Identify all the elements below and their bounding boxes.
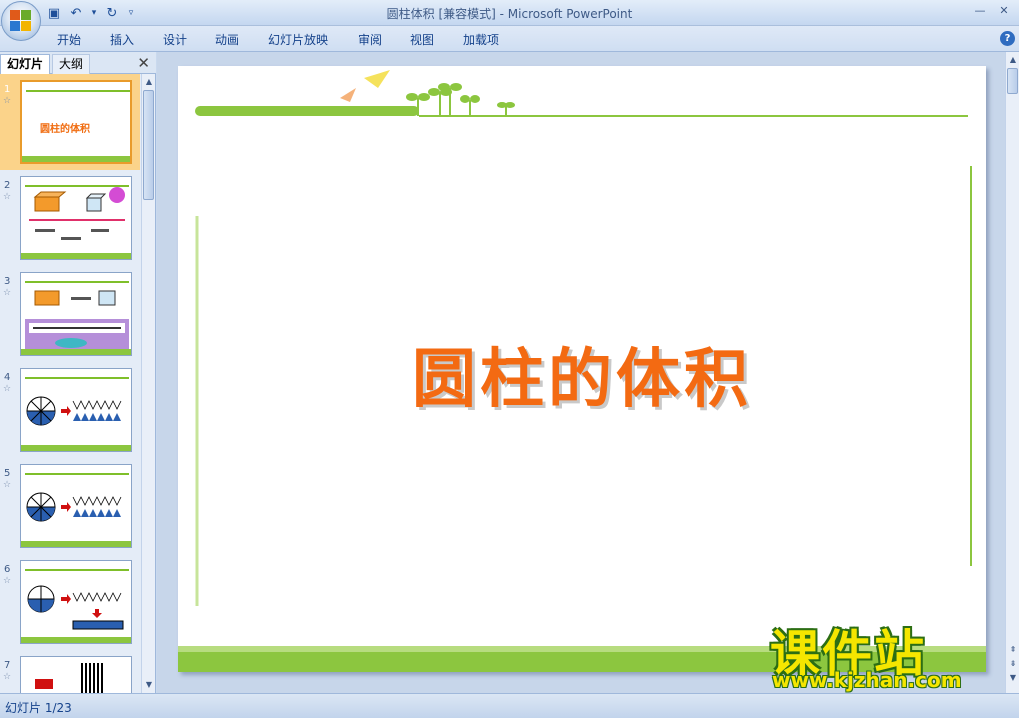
scroll-thumb[interactable] [1007,68,1018,94]
office-button[interactable] [1,1,41,41]
title-bar: ▣ ↶ ▾ ↻ ▿ 圆柱体积 [兼容模式] - Microsoft PowerP… [0,0,1019,26]
thumbnail-title: 圆柱的体积 [40,124,90,135]
tab-outline[interactable]: 大纲 [52,54,91,74]
office-logo-icon [10,10,32,32]
circle-sectors-icon [26,492,122,522]
circle-sectors-icon [26,396,122,426]
animation-star-icon: ☆ [3,96,12,106]
window-title: 圆柱体积 [兼容模式] - Microsoft PowerPoint [386,7,633,21]
tab-add-ins[interactable]: 加载项 [463,31,499,48]
slide-number: 3 [4,276,11,287]
previous-slide-icon[interactable]: ⇞ [1007,644,1019,656]
status-bar: 幻灯片 1/23 [0,693,1019,718]
slide-thumbnail-3[interactable]: 3 ☆ [0,266,140,362]
slide-number: 6 [4,564,11,575]
tab-view[interactable]: 视图 [410,31,434,48]
slide-number: 1 [4,84,11,95]
animation-star-icon: ☆ [3,576,12,586]
slide-thumbnail-1[interactable]: 1 ☆ 圆柱的体积 [0,74,140,170]
slide-number: 7 [4,660,11,671]
slide-preview [20,656,132,693]
slide-number: 2 [4,180,11,191]
slide-editor: 圆柱的体积 [157,52,1005,693]
cuboid-diagram-icon [29,187,125,240]
watermark-url: www.kjzhan.com [772,668,962,692]
thumbnail-scrollbar[interactable]: ▲ ▼ [141,74,155,693]
panel-tabs: 幻灯片 大纲 ✕ [0,52,156,74]
animation-star-icon: ☆ [3,672,12,682]
ribbon-tabs: 开始 插入 设计 动画 幻灯片放映 审阅 视图 加载项 ? [0,26,1019,52]
bars-diagram-icon [35,663,103,693]
slide-indicator: 幻灯片 1/23 [5,701,72,715]
close-button[interactable]: ✕ [992,2,1016,20]
next-slide-icon[interactable]: ⇟ [1007,658,1019,670]
current-slide[interactable]: 圆柱的体积 [178,66,986,672]
tab-review[interactable]: 审阅 [358,31,382,48]
tab-design[interactable]: 设计 [163,31,187,48]
slide-number: 4 [4,372,11,383]
animation-star-icon: ☆ [3,288,12,298]
slide-preview [20,560,132,644]
comparison-diagram-icon [25,290,129,349]
tab-slides[interactable]: 幻灯片 [0,54,51,74]
animation-star-icon: ☆ [3,384,12,394]
help-icon[interactable]: ? [1000,31,1015,46]
scroll-up-icon[interactable]: ▲ [1007,54,1019,66]
slide-thumbnail-4[interactable]: 4 ☆ [0,362,140,458]
slide-preview [20,464,132,548]
tab-animations[interactable]: 动画 [215,31,239,48]
circle-rectangle-icon [27,585,124,630]
animation-star-icon: ☆ [3,192,12,202]
slide-thumbnail-2[interactable]: 2 ☆ [0,170,140,266]
scroll-thumb[interactable] [143,90,154,200]
thumbnail-list: 1 ☆ 圆柱的体积 2 ☆ 3 ☆ 4 ☆ 5 ☆ 6 ☆ 7 ☆ [0,74,140,693]
slide-preview: 圆柱的体积 [20,80,132,164]
minimize-button[interactable]: — [968,2,992,20]
slide-thumbnail-5[interactable]: 5 ☆ [0,458,140,554]
slides-panel: 幻灯片 大纲 ✕ 1 ☆ 圆柱的体积 2 ☆ 3 ☆ 4 ☆ 5 ☆ 6 ☆ 7… [0,52,156,693]
slide-preview [20,272,132,356]
scroll-down-icon[interactable]: ▼ [143,679,155,691]
slide-title[interactable]: 圆柱的体积 [178,328,986,420]
slide-number: 5 [4,468,11,479]
tab-slide-show[interactable]: 幻灯片放映 [268,31,328,48]
animation-star-icon: ☆ [3,480,12,490]
tab-home[interactable]: 开始 [57,31,81,48]
scroll-up-icon[interactable]: ▲ [143,76,155,88]
slide-thumbnail-7[interactable]: 7 ☆ [0,650,140,693]
watermark-logo: 课件站 www.kjzhan.com [768,614,1008,694]
slide-scrollbar[interactable]: ▲ ⇞ ⇟ ▼ [1005,52,1019,693]
scroll-down-icon[interactable]: ▼ [1007,672,1019,684]
slide-thumbnail-6[interactable]: 6 ☆ [0,554,140,650]
slide-preview [20,368,132,452]
close-icon[interactable]: ✕ [137,54,150,72]
slide-preview [20,176,132,260]
tab-insert[interactable]: 插入 [110,31,134,48]
